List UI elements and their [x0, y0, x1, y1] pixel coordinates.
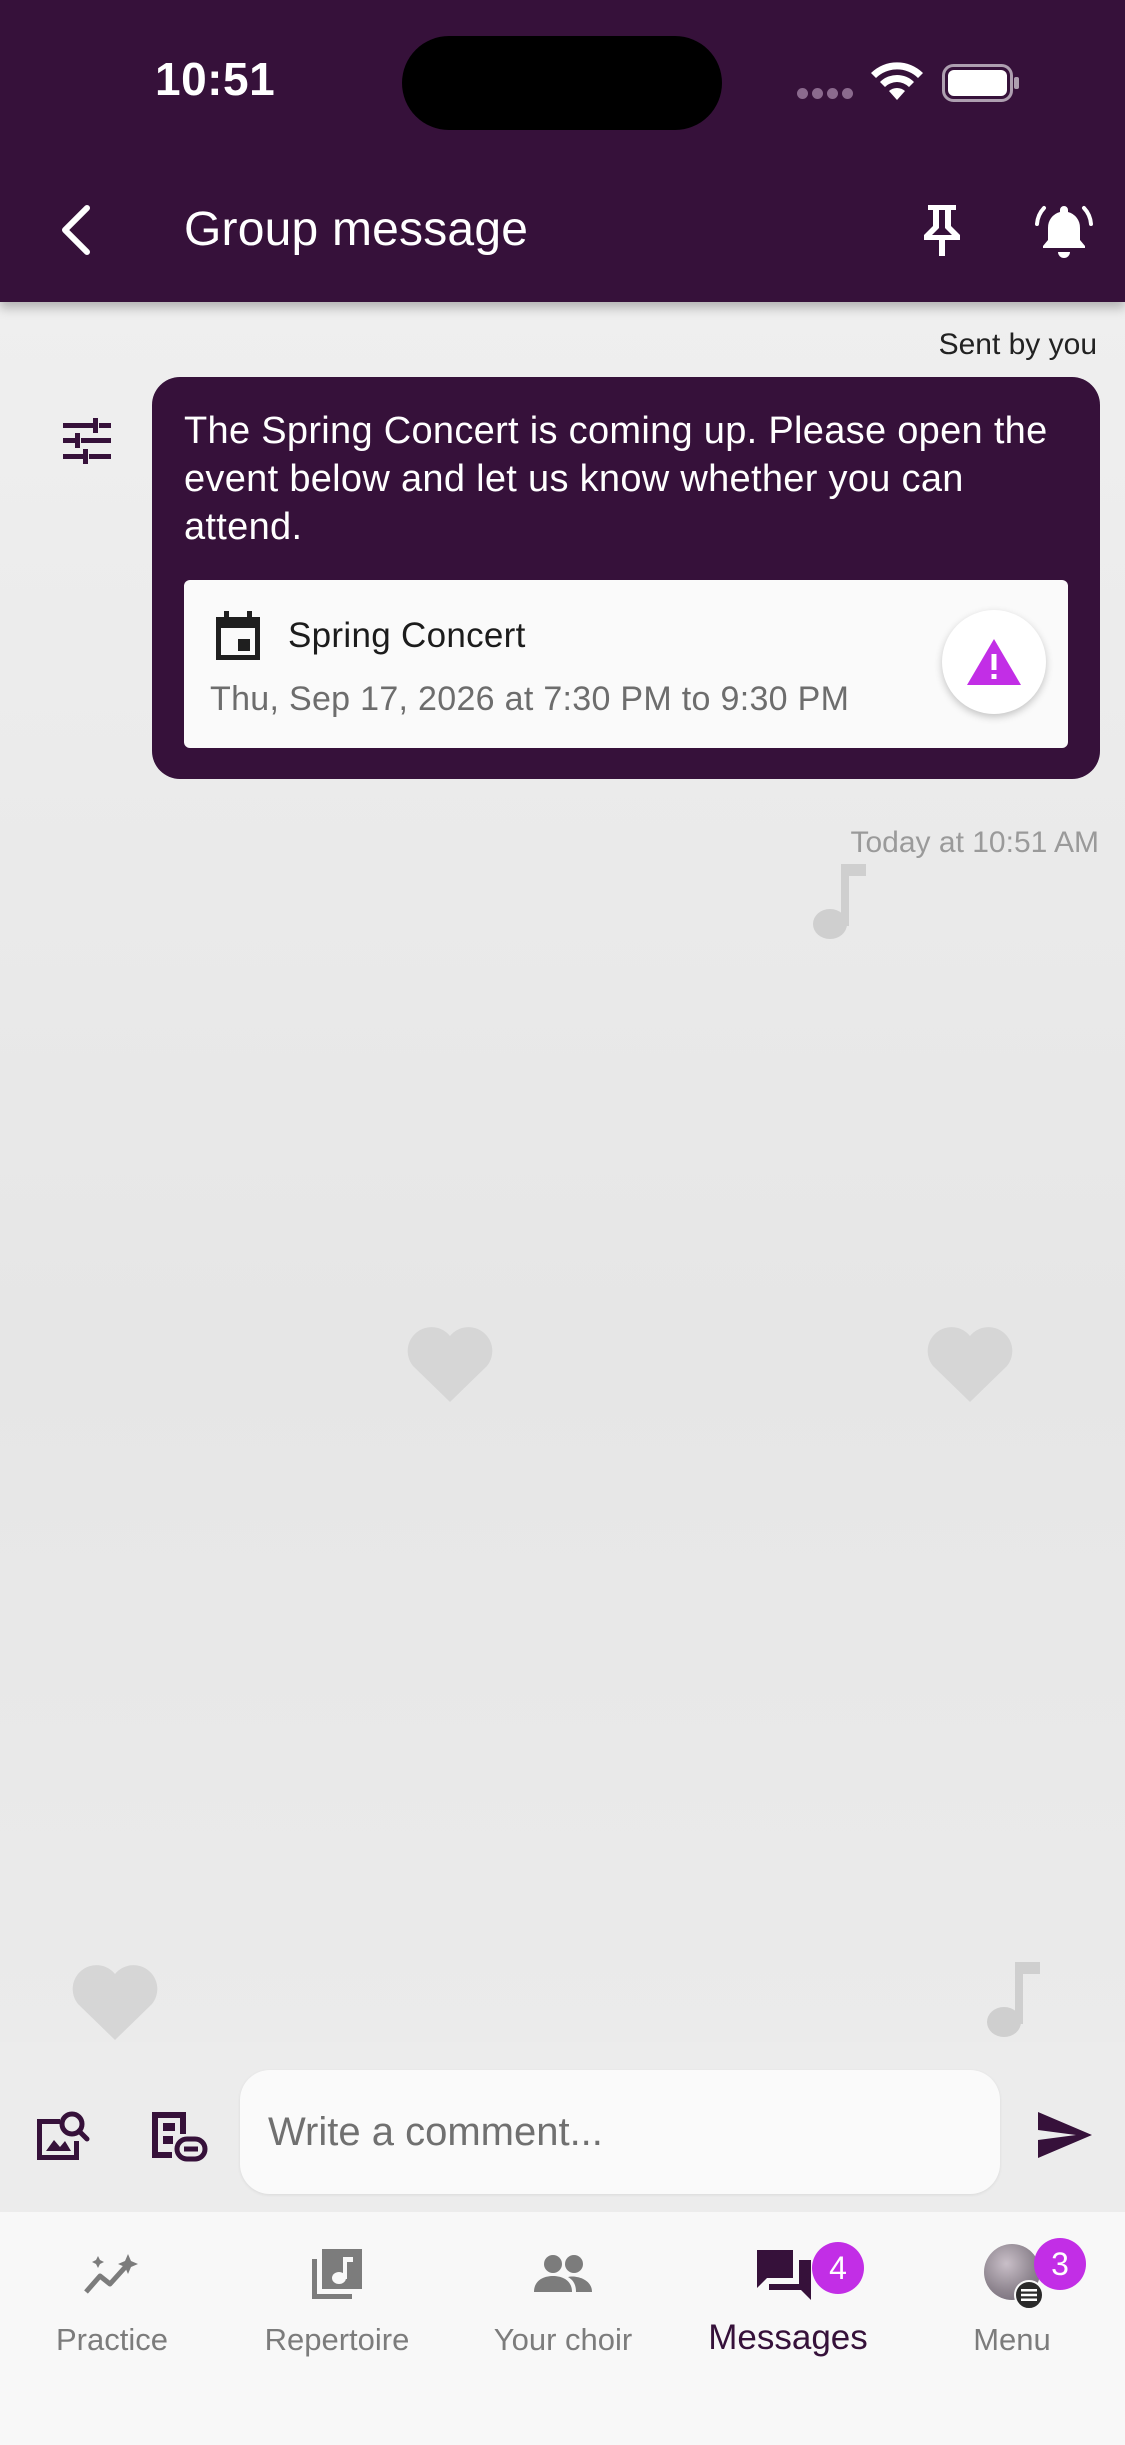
avatar [984, 2244, 1044, 2310]
message-timestamp: Today at 10:51 AM [850, 826, 1100, 859]
nav-item-repertoire[interactable]: Repertoire [252, 2236, 422, 2366]
comment-composer [0, 2042, 1125, 2212]
people-icon [534, 2255, 592, 2292]
practice-trend-icon [84, 2254, 138, 2294]
message-thread[interactable]: Sent by you The Spring Concert is coming… [0, 302, 1125, 2042]
message-text: The Spring Concert is coming up. Please … [184, 410, 1048, 548]
music-library-icon [312, 2249, 362, 2299]
bottom-navigation: Practice Repertoire Your choir 4 Message… [0, 2212, 1125, 2445]
music-note-decoration-icon [987, 1962, 1040, 2037]
heart-decoration-icon [72, 1965, 158, 2040]
nav-label-messages: Messages [708, 2318, 868, 2357]
status-bar: 10:51 [0, 0, 1125, 160]
heart-decoration-icon [927, 1327, 1013, 1402]
nav-label-menu: Menu [973, 2322, 1051, 2357]
nav-bar: Group message [0, 180, 1125, 280]
page-title: Group message [184, 203, 529, 256]
event-time: Thu, Sep 17, 2026 at 7:30 PM to 9:30 PM [210, 680, 850, 718]
image-search-icon [37, 2111, 90, 2160]
attach-image-button[interactable] [30, 2104, 94, 2168]
app-screen: 10:51 Group message Sent by you The Spri… [0, 0, 1125, 2445]
send-button[interactable] [1030, 2100, 1100, 2170]
status-time: 10:51 [155, 53, 276, 105]
chat-forum-icon [757, 2250, 811, 2300]
nav-item-your-choir[interactable]: Your choir [478, 2236, 648, 2366]
notifications-button[interactable] [1030, 196, 1098, 264]
nav-item-practice[interactable]: Practice [32, 2236, 192, 2366]
heart-decoration-icon [407, 1327, 493, 1402]
pin-button[interactable] [910, 198, 974, 262]
nav-item-menu[interactable]: 3 Menu [930, 2236, 1094, 2366]
event-card[interactable]: Spring Concert Thu, Sep 17, 2026 at 7:30… [184, 580, 1068, 748]
messages-badge: 4 [812, 2242, 864, 2294]
attach-link-button[interactable] [144, 2104, 212, 2168]
battery-icon [942, 64, 1019, 102]
menu-icon [1014, 2280, 1044, 2310]
signal-icon [797, 86, 859, 100]
wifi-icon [871, 62, 923, 100]
pin-icon [924, 205, 960, 256]
back-chevron-icon [62, 205, 90, 255]
music-note-decoration-icon [813, 864, 866, 939]
nav-label-practice: Practice [56, 2322, 168, 2357]
nav-item-messages[interactable]: 4 Messages [698, 2236, 878, 2366]
back-button[interactable] [40, 192, 110, 268]
bell-alert-icon [1035, 206, 1093, 258]
warning-icon [967, 639, 1021, 685]
sender-label: Sent by you [938, 328, 1097, 361]
event-title: Spring Concert [288, 616, 526, 655]
comment-input[interactable] [240, 2070, 1000, 2194]
calendar-icon [216, 611, 260, 660]
message-options-button[interactable] [58, 412, 116, 470]
nav-label-repertoire: Repertoire [264, 2322, 410, 2357]
header: 10:51 Group message [0, 0, 1125, 302]
message-bubble[interactable]: The Spring Concert is coming up. Please … [152, 377, 1100, 779]
menu-badge: 3 [1034, 2238, 1086, 2290]
link-attachment-icon [152, 2112, 208, 2162]
attendance-status-button[interactable] [942, 610, 1046, 714]
dynamic-island [402, 36, 722, 130]
tune-sliders-icon [63, 418, 111, 464]
send-icon [1038, 2112, 1092, 2158]
nav-label-your-choir: Your choir [493, 2322, 633, 2357]
